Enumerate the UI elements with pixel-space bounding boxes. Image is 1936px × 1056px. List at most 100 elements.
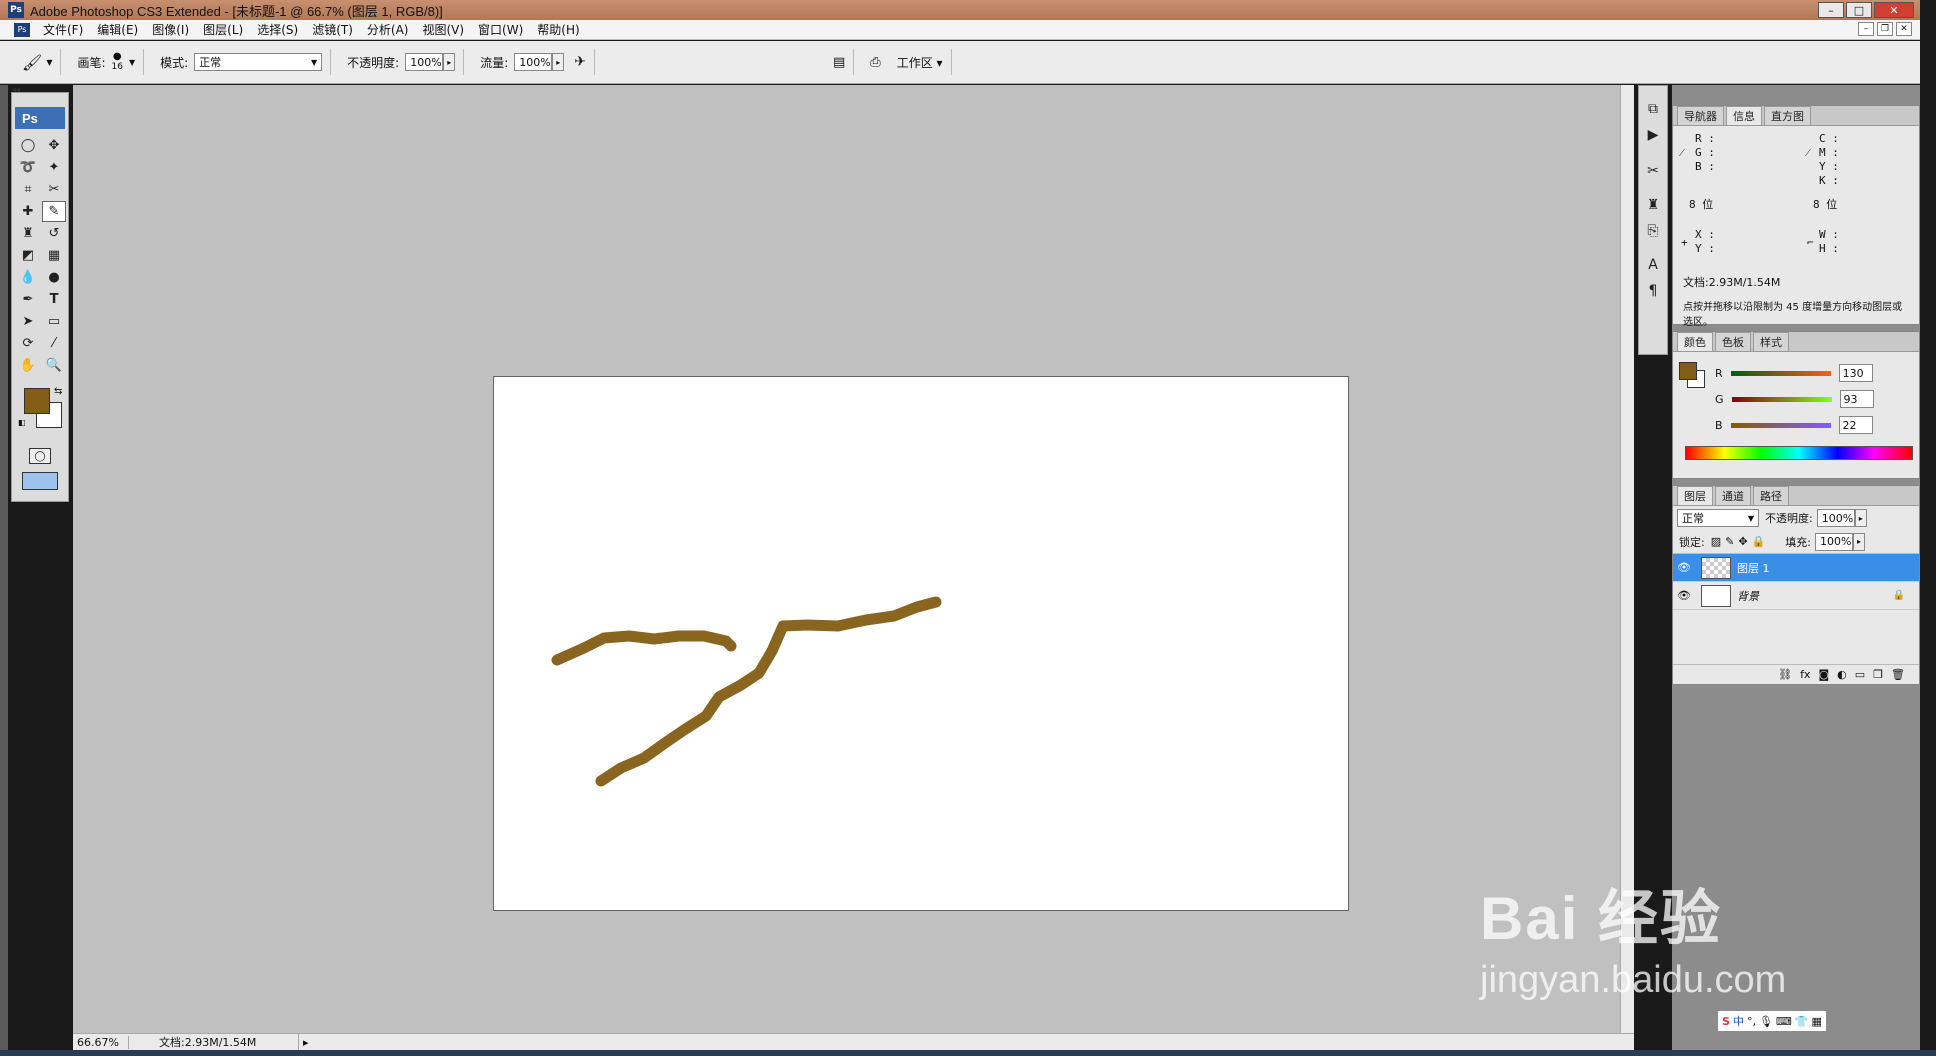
layer-opacity-slider-button[interactable]: ▸ xyxy=(1854,509,1867,527)
clone-source-icon[interactable]: ⎘ xyxy=(1639,218,1667,244)
eye-icon[interactable]: 👁 xyxy=(1673,589,1695,602)
menu-view[interactable]: 视图(V) xyxy=(415,21,471,38)
tab-color[interactable]: 颜色 xyxy=(1677,332,1713,351)
skin-icon[interactable]: 👕 xyxy=(1795,1015,1809,1028)
document-canvas[interactable] xyxy=(493,376,1349,911)
sogou-icon[interactable]: S xyxy=(1722,1015,1730,1028)
3d-rotate-tool-icon[interactable]: ⟳ xyxy=(16,333,40,354)
maximize-button[interactable]: □ xyxy=(1846,2,1872,18)
tab-paths[interactable]: 路径 xyxy=(1753,486,1789,505)
paragraph-panel-icon[interactable]: ¶ xyxy=(1639,278,1667,304)
menu-select[interactable]: 选择(S) xyxy=(250,21,305,38)
add-mask-icon[interactable]: ◙ xyxy=(1818,668,1829,681)
link-layers-icon[interactable]: ⛓ xyxy=(1778,668,1792,681)
color-spectrum-bar[interactable] xyxy=(1685,446,1913,460)
new-group-icon[interactable]: ▭ xyxy=(1855,668,1865,681)
marquee-tool-icon[interactable]: ◯ xyxy=(16,135,40,156)
tab-layers[interactable]: 图层 xyxy=(1677,486,1713,505)
tab-channels[interactable]: 通道 xyxy=(1715,486,1751,505)
eye-icon[interactable]: 👁 xyxy=(1673,561,1695,574)
lock-position-icon[interactable]: ✥ xyxy=(1738,535,1747,548)
doc-minimize-button[interactable]: – xyxy=(1858,22,1874,36)
menu-file[interactable]: 文件(F) xyxy=(36,21,90,38)
layer-row[interactable]: 👁 背景 🔒 xyxy=(1673,582,1919,610)
zoom-level[interactable]: 66.67% xyxy=(73,1035,129,1049)
menu-analysis[interactable]: 分析(A) xyxy=(360,21,416,38)
blue-value-input[interactable]: 22 xyxy=(1838,416,1873,434)
path-selection-tool-icon[interactable]: ➤ xyxy=(16,311,40,332)
eraser-tool-icon[interactable]: ◩ xyxy=(16,245,40,266)
brushes-panel-icon[interactable]: ♜ xyxy=(1639,192,1667,218)
menu-edit[interactable]: 编辑(E) xyxy=(90,21,145,38)
panel-foreground-swatch[interactable] xyxy=(1679,362,1697,380)
shape-tool-icon[interactable]: ▭ xyxy=(42,311,66,332)
green-value-input[interactable]: 93 xyxy=(1839,390,1874,408)
mode-select[interactable]: 正常 ▼ xyxy=(194,53,323,71)
layer-style-icon[interactable]: fx xyxy=(1800,668,1810,681)
lock-transparency-icon[interactable]: ▨ xyxy=(1711,535,1721,548)
dodge-tool-icon[interactable]: ● xyxy=(42,267,66,288)
tab-info[interactable]: 信息 xyxy=(1726,106,1762,125)
delete-layer-icon[interactable]: 🗑 xyxy=(1891,668,1905,681)
blue-slider[interactable] xyxy=(1730,422,1831,428)
slice-tool-icon[interactable]: ✂ xyxy=(42,179,66,200)
character-panel-icon[interactable]: A xyxy=(1639,252,1667,278)
keyboard-icon[interactable]: ⌨ xyxy=(1776,1015,1792,1028)
fill-slider-button[interactable]: ▸ xyxy=(1852,532,1865,551)
tab-histogram[interactable]: 直方图 xyxy=(1764,106,1811,125)
adjustment-layer-icon[interactable]: ◐ xyxy=(1837,668,1847,681)
actions-panel-icon[interactable]: ▶ xyxy=(1639,122,1667,148)
bridge-button[interactable]: ⎙ xyxy=(870,55,880,70)
minimize-button[interactable]: – xyxy=(1818,2,1844,18)
layer-opacity-input[interactable]: 100% xyxy=(1816,509,1855,527)
microphone-icon[interactable]: 🎙 xyxy=(1759,1015,1773,1028)
opacity-slider-button[interactable]: ▸ xyxy=(443,53,456,71)
doc-restore-button[interactable]: ❐ xyxy=(1877,22,1893,36)
fill-input[interactable]: 100% xyxy=(1814,532,1853,551)
airbrush-toggle[interactable]: ✈ xyxy=(574,54,586,70)
flow-input[interactable]: 100% xyxy=(514,53,553,71)
status-menu-arrow-icon[interactable]: ▸ xyxy=(303,1036,309,1049)
eyedropper-tool-icon[interactable]: ⁄ xyxy=(42,333,66,354)
green-slider[interactable] xyxy=(1731,396,1832,402)
pen-tool-icon[interactable]: ✒ xyxy=(16,289,40,310)
menu-filter[interactable]: 滤镜(T) xyxy=(305,21,360,38)
menu-layer[interactable]: 图层(L) xyxy=(196,21,250,38)
crop-tool-icon[interactable]: ⌗ xyxy=(16,179,40,200)
ime-chinese-icon[interactable]: 中 xyxy=(1733,1013,1744,1029)
menu-window[interactable]: 窗口(W) xyxy=(471,21,530,38)
palette-well-button[interactable]: ▤ xyxy=(833,55,845,70)
blend-mode-select[interactable]: 正常 ▼ xyxy=(1677,509,1759,527)
healing-brush-tool-icon[interactable]: ✚ xyxy=(16,201,40,222)
tab-navigator[interactable]: 导航器 xyxy=(1677,106,1724,125)
menu-image[interactable]: 图像(I) xyxy=(145,21,196,38)
history-brush-tool-icon[interactable]: ↺ xyxy=(42,223,66,244)
lock-pixels-icon[interactable]: ✎ xyxy=(1725,535,1734,548)
type-tool-icon[interactable]: T xyxy=(42,289,66,310)
screen-mode-button[interactable] xyxy=(22,472,58,490)
tab-swatches[interactable]: 色板 xyxy=(1715,332,1751,351)
red-slider[interactable] xyxy=(1730,370,1831,376)
opacity-input[interactable]: 100% xyxy=(405,53,444,71)
flow-slider-button[interactable]: ▸ xyxy=(552,53,565,71)
foreground-color-swatch[interactable] xyxy=(24,388,50,414)
red-value-input[interactable]: 130 xyxy=(1838,364,1873,382)
quick-mask-button[interactable]: ◯ xyxy=(29,448,51,464)
swap-colors-icon[interactable]: ⇆ xyxy=(54,386,62,397)
magic-wand-tool-icon[interactable]: ✦ xyxy=(42,157,66,178)
move-tool-icon[interactable]: ✥ xyxy=(42,135,66,156)
gradient-tool-icon[interactable]: ▦ xyxy=(42,245,66,266)
lock-all-icon[interactable]: 🔒 xyxy=(1752,535,1766,548)
zoom-tool-icon[interactable]: 🔍 xyxy=(42,355,66,376)
punctuation-icon[interactable]: °, xyxy=(1747,1015,1756,1028)
hand-tool-icon[interactable]: ✋ xyxy=(16,355,40,376)
lasso-tool-icon[interactable]: ➰ xyxy=(16,157,40,178)
history-panel-icon[interactable]: ⧉ xyxy=(1639,96,1667,122)
workspace-menu[interactable]: 工作区 ▾ xyxy=(897,54,943,71)
tool-preset-picker[interactable]: 🖌 ▼ xyxy=(22,53,52,72)
brush-picker[interactable]: 画笔: ● 16 ▼ xyxy=(77,52,135,73)
tab-styles[interactable]: 样式 xyxy=(1753,332,1789,351)
default-colors-icon[interactable]: ◧ xyxy=(18,418,26,427)
toolbox-icon[interactable]: ▦ xyxy=(1812,1015,1822,1028)
tool-presets-icon[interactable]: ✂ xyxy=(1639,158,1667,184)
